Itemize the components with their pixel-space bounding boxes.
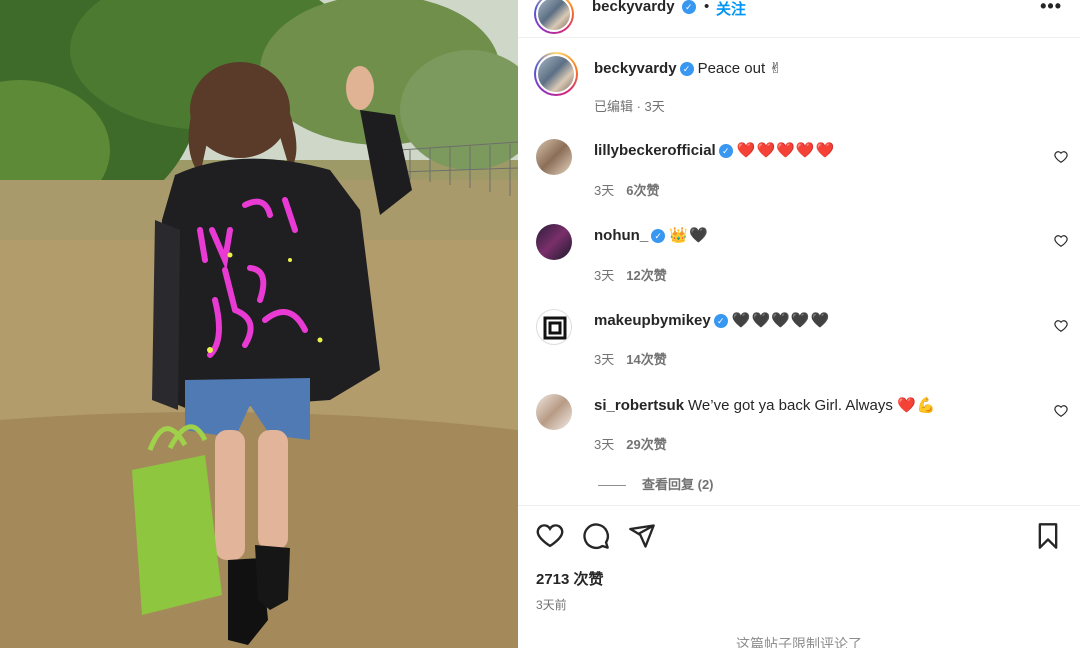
comment-emoji: 👑🖤 <box>669 227 709 244</box>
comment-row: nohun_ ✓ 👑🖤 <box>594 226 709 244</box>
comment-like-heart-icon[interactable] <box>1054 404 1068 418</box>
comment-row: lillybeckerofficial ✓ ❤️❤️❤️❤️❤️ <box>594 141 835 159</box>
comment-time: 3天 <box>594 352 615 367</box>
comment-row: makeupbymikey ✓ 🖤🖤🖤🖤🖤 <box>594 311 830 329</box>
comments-limited-notice: 这篇帖子限制评论了 <box>736 636 862 648</box>
comment-like-heart-icon[interactable] <box>1054 150 1068 164</box>
comment-username[interactable]: nohun_ <box>594 227 648 244</box>
comment-likes[interactable]: 14次赞 <box>626 352 666 367</box>
caption: beckyvardy ✓ Peace out ✌ <box>594 59 782 77</box>
comment-meta: 3天 6次赞 <box>594 180 659 199</box>
comment-username[interactable]: lillybeckerofficial <box>594 142 716 159</box>
comment-emoji: ❤️💪 <box>897 397 937 414</box>
instagram-post-view: beckyvardy ✓ • 关注 ••• beckyvardy ✓ Peace o… <box>0 0 1080 648</box>
comment-text: We’ve got ya back Girl. Always <box>688 397 893 414</box>
comment-emoji: ❤️❤️❤️❤️❤️ <box>736 142 836 159</box>
comment-meta: 3天 14次赞 <box>594 349 667 368</box>
verified-badge-icon: ✓ <box>679 62 694 76</box>
comment-time: 3天 <box>594 183 615 198</box>
comment-like-heart-icon[interactable] <box>1054 319 1068 333</box>
comment-time: 3天 <box>594 437 615 452</box>
post-timestamp: 3天前 <box>536 598 567 612</box>
author-username-link[interactable]: beckyvardy ✓ <box>592 0 696 15</box>
replies-divider <box>598 485 626 487</box>
share-send-icon[interactable] <box>628 522 656 550</box>
comment-username[interactable]: si_robertsuk <box>594 397 684 414</box>
verified-badge-icon: ✓ <box>681 0 696 14</box>
logo-icon <box>543 316 567 340</box>
verified-badge-icon: ✓ <box>713 314 728 328</box>
comment-avatar[interactable] <box>536 139 572 175</box>
post-image <box>0 0 518 648</box>
post-side-panel: beckyvardy ✓ • 关注 ••• beckyvardy ✓ Peace o… <box>518 0 1080 648</box>
comment-time: 3天 <box>594 268 615 283</box>
verified-badge-icon: ✓ <box>651 229 666 243</box>
comment-likes[interactable]: 6次赞 <box>626 183 659 198</box>
comment-meta: 3天 29次赞 <box>594 434 667 453</box>
post-header: beckyvardy ✓ • 关注 ••• <box>518 0 1080 38</box>
comment-bubble-icon[interactable] <box>582 522 610 550</box>
post-photo[interactable] <box>0 0 518 648</box>
comment-likes[interactable]: 12次赞 <box>626 268 666 283</box>
comment-like-heart-icon[interactable] <box>1054 234 1068 248</box>
caption-username[interactable]: beckyvardy <box>594 60 677 77</box>
caption-text: Peace out ✌ <box>697 60 782 77</box>
bookmark-save-icon[interactable] <box>1034 522 1062 550</box>
comment-row: si_robertsuk We’ve got ya back Girl. Alwa… <box>594 396 936 414</box>
author-username: beckyvardy <box>592 0 675 15</box>
comment-avatar[interactable] <box>536 309 572 345</box>
view-replies-button[interactable]: 查看回复 (2) <box>598 474 714 493</box>
comment-meta: 3天 12次赞 <box>594 265 667 284</box>
follow-button[interactable]: 关注 <box>716 0 746 19</box>
more-options-icon[interactable]: ••• <box>1040 0 1062 17</box>
comment-avatar[interactable] <box>536 394 572 430</box>
likes-count[interactable]: 2713 次赞 <box>536 568 604 589</box>
verified-badge-icon: ✓ <box>718 144 733 158</box>
comment-emoji: 🖤🖤🖤🖤🖤 <box>731 312 831 329</box>
comment-likes[interactable]: 29次赞 <box>626 437 666 452</box>
comment-avatar[interactable] <box>536 224 572 260</box>
caption-author-avatar[interactable] <box>534 52 578 96</box>
comment-username[interactable]: makeupbymikey <box>594 312 711 329</box>
view-replies-label: 查看回复 (2) <box>642 477 714 492</box>
like-heart-icon[interactable] <box>536 522 564 550</box>
post-actions: 2713 次赞 3天前 这篇帖子限制评论了 <box>518 505 1080 648</box>
separator-dot: • <box>704 0 710 15</box>
caption-edited-meta: 已编辑 · 3天 <box>594 99 665 114</box>
author-avatar[interactable] <box>534 0 574 34</box>
